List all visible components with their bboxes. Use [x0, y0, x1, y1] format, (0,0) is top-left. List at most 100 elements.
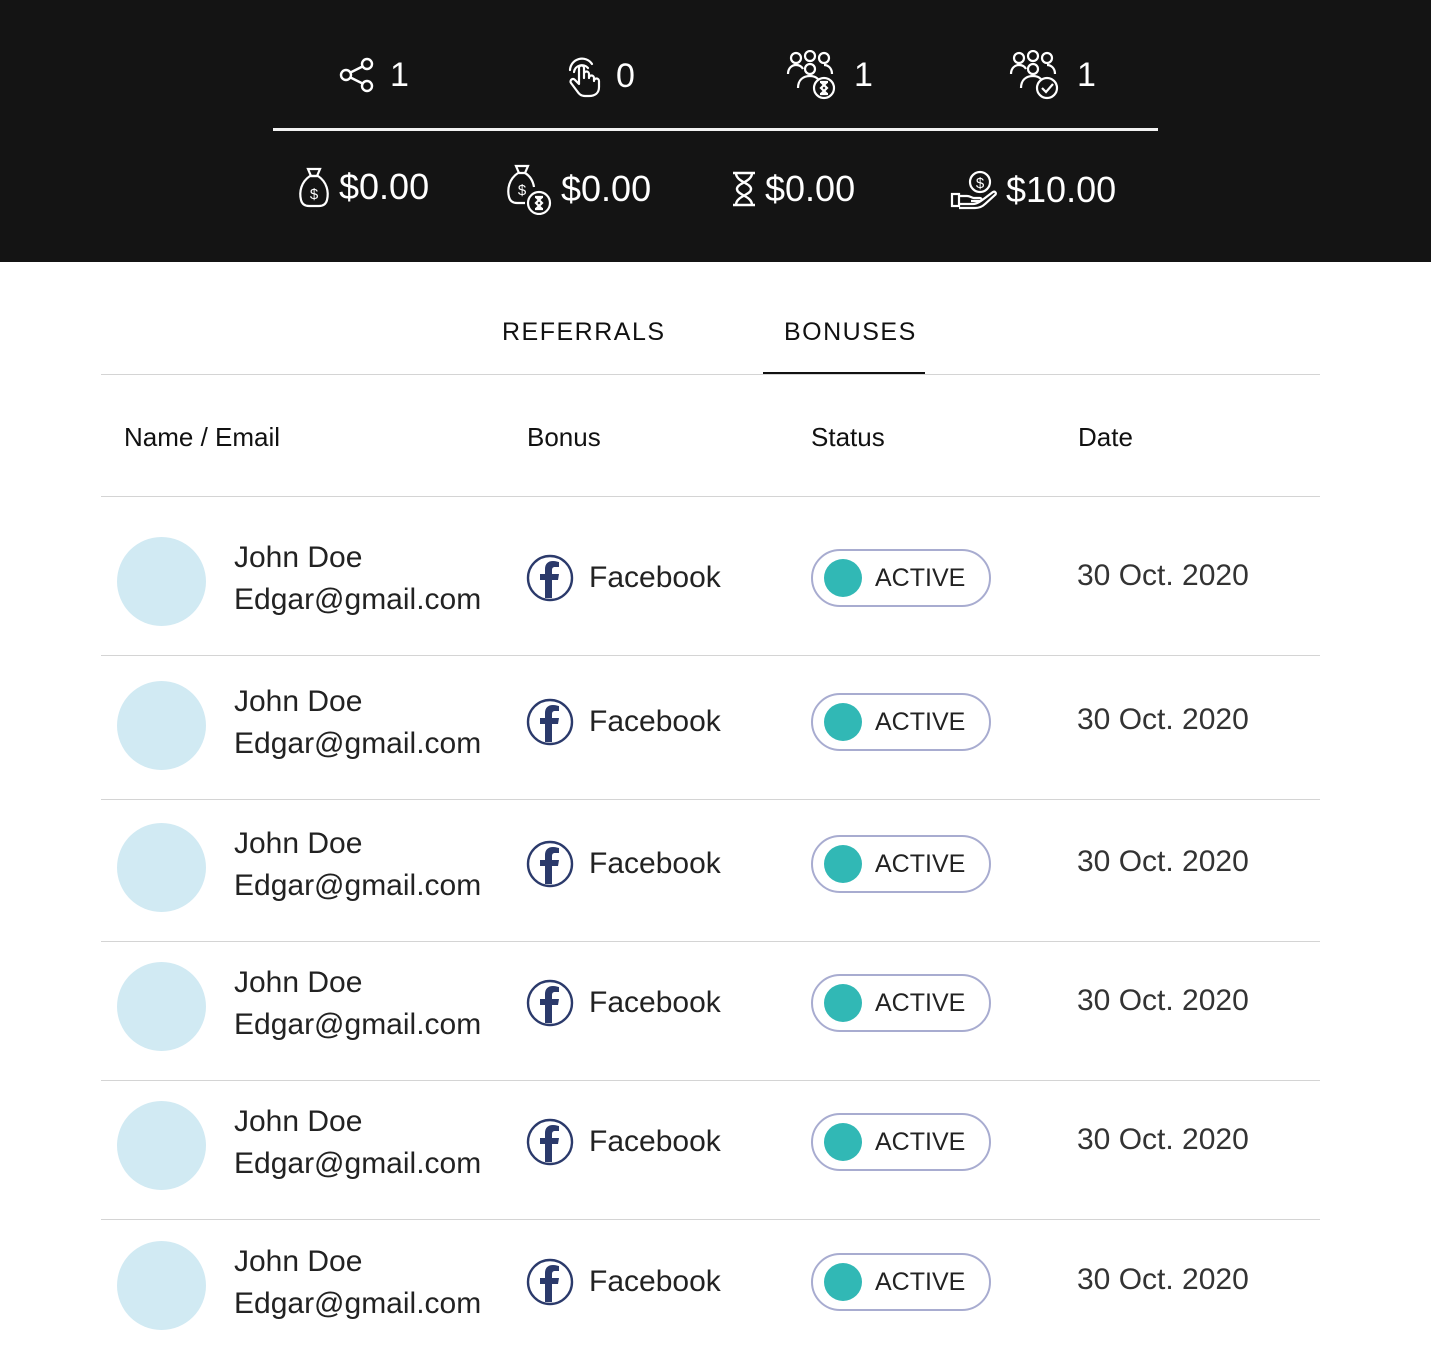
bonus-source	[526, 979, 574, 1032]
status-dot	[824, 1263, 862, 1301]
facebook-icon	[526, 554, 574, 602]
tab-referrals[interactable]: REFERRALS	[502, 318, 666, 347]
stat-waiting: $0.00	[731, 171, 855, 207]
referral-email: Edgar@gmail.com	[234, 1147, 482, 1180]
bonus-label: Facebook	[589, 847, 721, 880]
referral-email: Edgar@gmail.com	[234, 1008, 482, 1041]
status-badge[interactable]: ACTIVE	[811, 1113, 991, 1171]
group-approved-icon	[1009, 50, 1059, 100]
group-pending-icon	[786, 50, 836, 100]
row-divider	[101, 799, 1320, 800]
facebook-icon	[526, 698, 574, 746]
bonus-label: Facebook	[589, 986, 721, 1019]
stat-approved-referrals: 1	[1009, 50, 1096, 100]
row-date: 30 Oct. 2020	[1077, 984, 1249, 1017]
stat-earned-value: $0.00	[339, 166, 430, 207]
bonus-label: Facebook	[589, 1125, 721, 1158]
bonus-source	[526, 698, 574, 751]
referral-name: John Doe	[234, 827, 363, 860]
referral-email: Edgar@gmail.com	[234, 1287, 482, 1320]
stat-pending-referrals: 1	[786, 50, 873, 100]
column-header-status: Status	[811, 422, 885, 452]
column-header-name-email: Name / Email	[124, 422, 281, 452]
stats-header: 1 0 1 1 $ $0.00 $ $0.00 $0.00 $ $10.00	[0, 0, 1431, 262]
avatar	[117, 681, 206, 770]
facebook-icon	[526, 840, 574, 888]
bonus-label: Facebook	[589, 561, 721, 594]
referral-email: Edgar@gmail.com	[234, 727, 482, 760]
status-label: ACTIVE	[875, 564, 966, 592]
stat-shares: 1	[338, 56, 409, 94]
stat-paid-value: $10.00	[1006, 169, 1117, 210]
bonus-source	[526, 840, 574, 893]
status-dot	[824, 1123, 862, 1161]
svg-text:$: $	[976, 175, 985, 192]
stat-earned: $ $0.00	[297, 166, 429, 208]
status-dot	[824, 984, 862, 1022]
bonus-source	[526, 1118, 574, 1171]
stat-shares-value: 1	[390, 56, 409, 94]
status-label: ACTIVE	[875, 1268, 966, 1296]
share-icon	[339, 57, 374, 93]
facebook-icon	[526, 1258, 574, 1306]
avatar	[117, 1241, 206, 1330]
row-date: 30 Oct. 2020	[1077, 559, 1249, 592]
status-dot	[824, 559, 862, 597]
row-divider	[101, 1080, 1320, 1081]
stat-clicks: 0	[564, 54, 635, 98]
status-badge[interactable]: ACTIVE	[811, 974, 991, 1032]
stat-waiting-value: $0.00	[765, 168, 856, 209]
hand-coin-icon: $	[950, 170, 997, 210]
status-label: ACTIVE	[875, 989, 966, 1017]
status-dot	[824, 703, 862, 741]
avatar	[117, 823, 206, 912]
status-badge[interactable]: ACTIVE	[811, 1253, 991, 1311]
referral-name: John Doe	[234, 685, 363, 718]
referral-name: John Doe	[234, 1105, 363, 1138]
stats-divider	[273, 128, 1158, 131]
referral-email: Edgar@gmail.com	[234, 869, 482, 902]
column-header-bonus: Bonus	[527, 422, 601, 452]
money-bag-pending-icon: $	[507, 164, 552, 215]
table-header-divider	[101, 496, 1320, 497]
bonus-source	[526, 554, 574, 607]
referral-name: John Doe	[234, 966, 363, 999]
status-label: ACTIVE	[875, 850, 966, 878]
avatar	[117, 962, 206, 1051]
stat-pending-earnings: $ $0.00	[507, 163, 651, 215]
avatar	[117, 1101, 206, 1190]
bonus-label: Facebook	[589, 1265, 721, 1298]
stat-pending-earnings-value: $0.00	[561, 168, 652, 209]
status-label: ACTIVE	[875, 1128, 966, 1156]
stat-pending-referrals-value: 1	[854, 56, 873, 94]
status-badge[interactable]: ACTIVE	[811, 549, 991, 607]
status-badge[interactable]: ACTIVE	[811, 693, 991, 751]
row-divider	[101, 941, 1320, 942]
status-badge[interactable]: ACTIVE	[811, 835, 991, 893]
bonus-source	[526, 1258, 574, 1311]
hourglass-icon	[733, 171, 755, 207]
referral-name: John Doe	[234, 541, 363, 574]
referral-email: Edgar@gmail.com	[234, 583, 482, 616]
facebook-icon	[526, 1118, 574, 1166]
avatar	[117, 537, 206, 626]
svg-text:$: $	[518, 182, 527, 199]
status-dot	[824, 845, 862, 883]
row-date: 30 Oct. 2020	[1077, 703, 1249, 736]
row-date: 30 Oct. 2020	[1077, 1123, 1249, 1156]
tabs-divider	[101, 374, 1320, 375]
status-label: ACTIVE	[875, 708, 966, 736]
svg-text:$: $	[310, 186, 319, 203]
click-hand-icon	[568, 57, 601, 98]
column-header-date: Date	[1078, 422, 1133, 452]
bonus-label: Facebook	[589, 705, 721, 738]
referral-name: John Doe	[234, 1245, 363, 1278]
row-divider	[101, 655, 1320, 656]
tabs: REFERRALS BONUSES	[101, 262, 1320, 375]
tab-bonuses[interactable]: BONUSES	[784, 318, 917, 347]
facebook-icon	[526, 979, 574, 1027]
row-date: 30 Oct. 2020	[1077, 845, 1249, 878]
row-date: 30 Oct. 2020	[1077, 1263, 1249, 1296]
money-bag-icon: $	[299, 167, 329, 208]
row-divider	[101, 1219, 1320, 1220]
